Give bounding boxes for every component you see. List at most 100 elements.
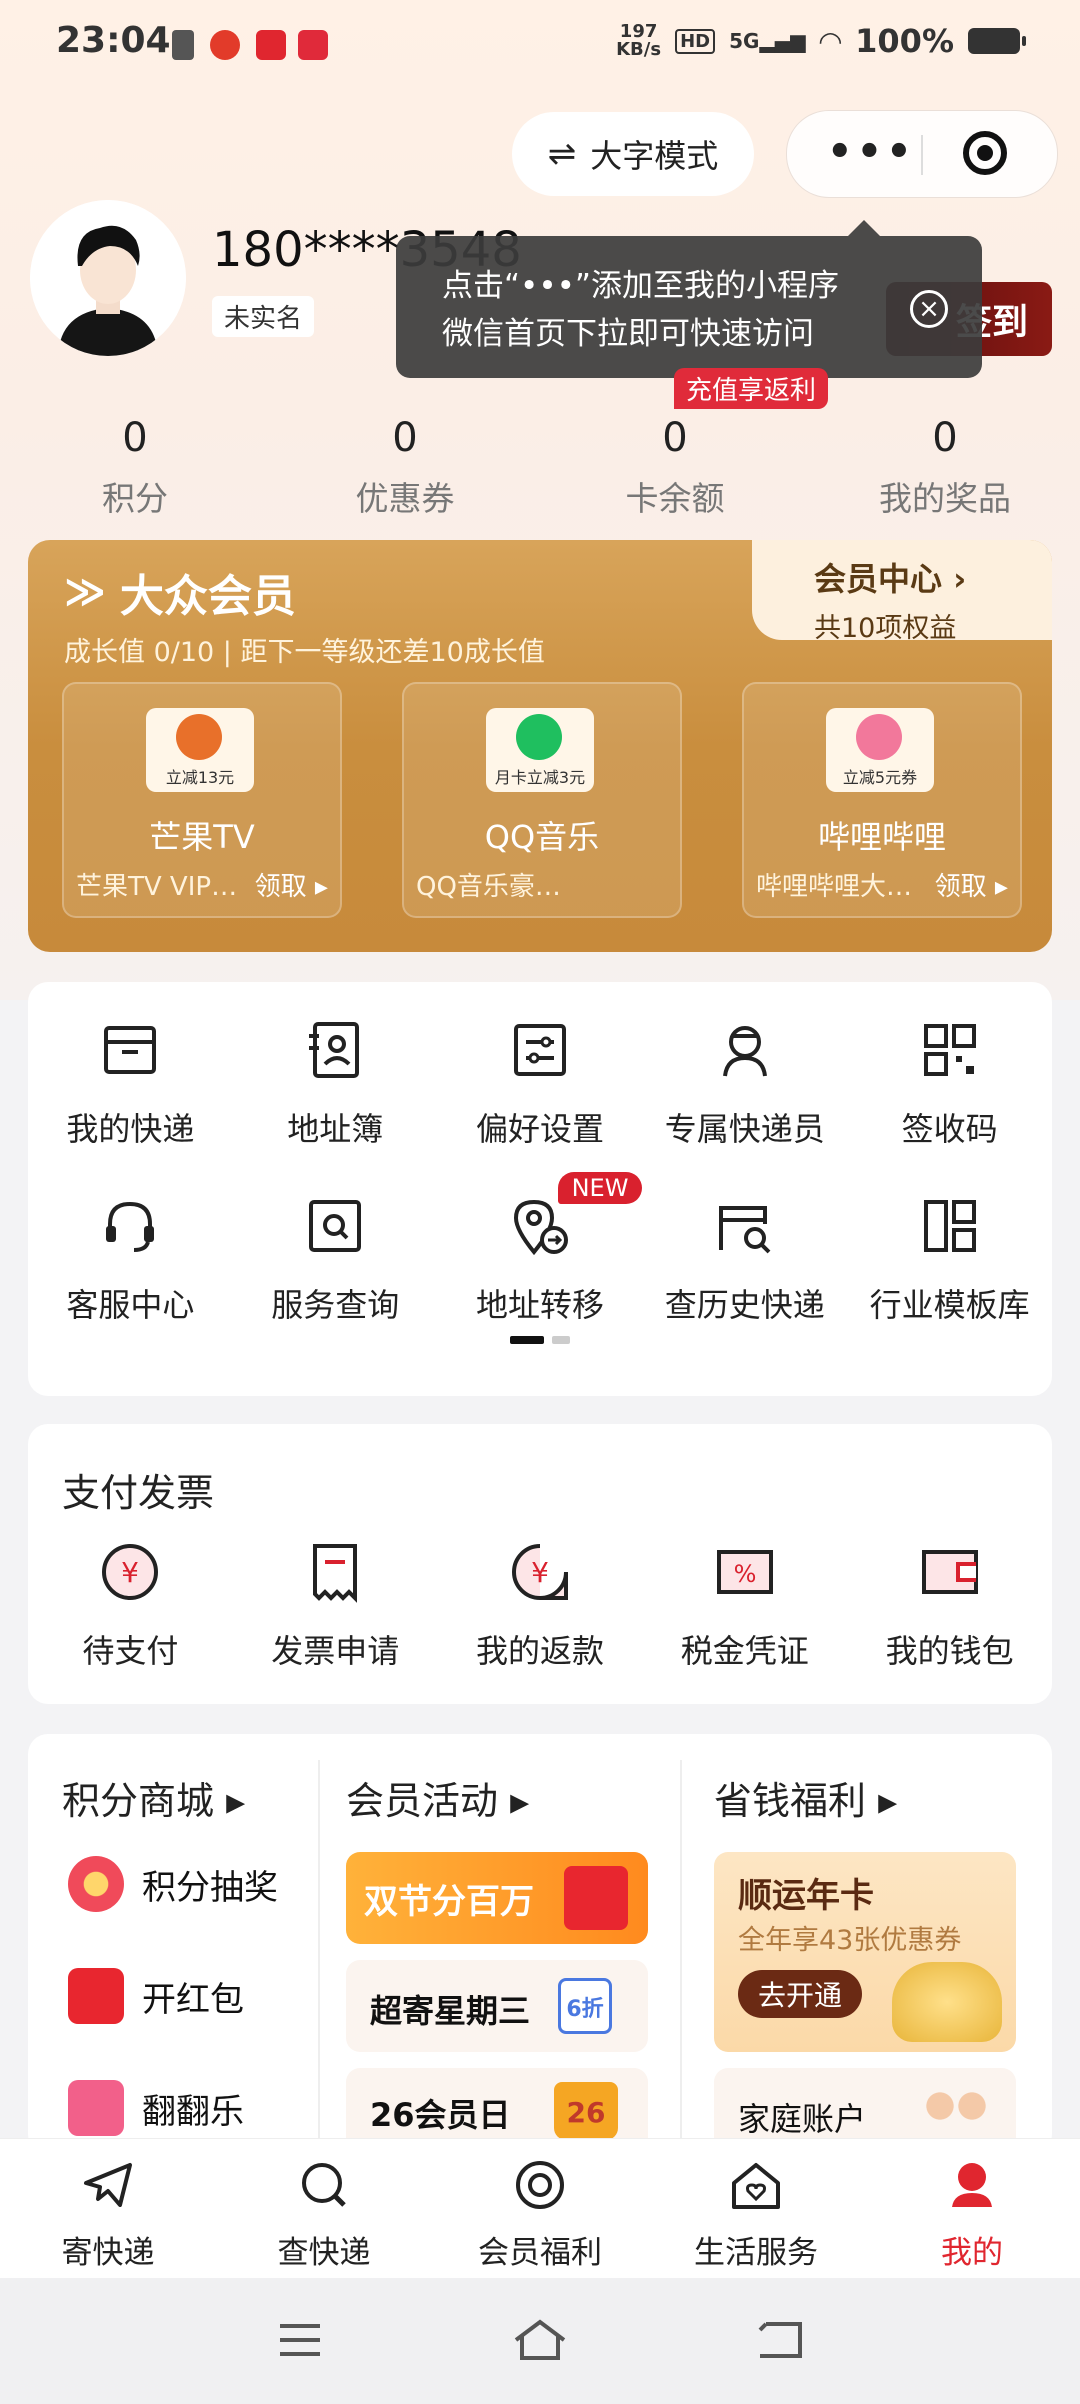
points-lottery[interactable]: 积分抽奖	[68, 1856, 278, 1912]
payment-title: 支付发票	[62, 1471, 215, 1515]
annual-card-promo[interactable]: 顺运年卡 全年享43张优惠券 去开通	[714, 1852, 1016, 2052]
calendar-discount-icon: 6折	[558, 1978, 612, 2034]
perk-card[interactable]: 月卡立减3元 QQ音乐 QQ音乐豪…	[402, 682, 682, 918]
tools-card: 我的快递 地址簿 偏好设置 专属快递员 签收码 客服中心 服务查询 NEW 地址…	[28, 982, 1052, 1396]
headset-icon	[106, 1201, 155, 1252]
search-doc-icon	[309, 1200, 362, 1252]
payment-card: 支付发票 ¥ 待支付 发票申请 ¥ 我的返款 % 税金凭证 我的钱包	[28, 1424, 1052, 1704]
member-target-icon	[516, 2161, 564, 2209]
coupon-badge: 立减5元券	[826, 708, 934, 792]
box-icon	[104, 1026, 157, 1074]
tool-address-transfer[interactable]: NEW 地址转移	[438, 1172, 643, 1326]
big-font-mode-label: 大字模式	[590, 137, 719, 175]
column-divider	[680, 1760, 682, 2154]
status-bar: 23:04 197 KB/s HD 5G▂▄▆ ◠ 100%	[0, 0, 1080, 90]
tools-row-2: 客服中心 服务查询 NEW 地址转移 查历史快递 行业模板库	[28, 1172, 1052, 1326]
stat-prizes[interactable]: 0 我的奖品	[810, 412, 1080, 522]
system-navigation-bar	[0, 2278, 1080, 2404]
stat-coupons[interactable]: 0 优惠券	[270, 412, 540, 522]
super-wednesday[interactable]: 超寄星期三 6折	[346, 1960, 648, 2052]
app-notification-icon	[256, 30, 286, 60]
my-wallet[interactable]: 我的钱包	[847, 1540, 1052, 1672]
member-center-link[interactable]: 会员中心 › 共10项权益	[752, 540, 1052, 644]
tool-service-query[interactable]: 服务查询	[233, 1194, 438, 1326]
double-festival-banner[interactable]: 双节分百万	[346, 1852, 648, 1944]
perk-card[interactable]: 立减5元券 哔哩哔哩 哔哩哔哩大… 领取 ▸	[742, 682, 1022, 918]
more-options-icon[interactable]: •••	[827, 132, 916, 172]
video-app-icon	[298, 30, 328, 60]
profile-icon	[952, 2163, 992, 2207]
big-font-mode-button[interactable]: ⇌ 大字模式	[512, 112, 754, 196]
tool-address-book[interactable]: 地址簿	[233, 1018, 438, 1150]
app-notification-icon	[210, 30, 240, 60]
claim-button[interactable]: 领取 ▸	[255, 866, 328, 903]
close-mini-program-icon[interactable]	[963, 131, 1007, 175]
template-grid-icon	[923, 1200, 976, 1252]
red-packet[interactable]: 开红包	[68, 1968, 244, 2024]
clipboard-icon	[172, 30, 194, 60]
yuan-pending-icon: ¥	[102, 1544, 159, 1600]
svg-text:¥: ¥	[531, 1556, 549, 1589]
red-packet-icon	[68, 1968, 124, 2024]
wallet-icon	[921, 1550, 978, 1594]
family-illustration-icon	[916, 2082, 996, 2142]
flip-game[interactable]: 翻翻乐	[68, 2080, 244, 2136]
rebate-badge[interactable]: 充值享返利	[674, 368, 829, 409]
services-card: 积分商城 ▸ 会员活动 ▸ 省钱福利 ▸ 积分抽奖 开红包 翻翻乐 双节分百万 …	[28, 1734, 1052, 2154]
battery-icon	[968, 28, 1026, 54]
invoice-icon	[313, 1544, 358, 1603]
settings-sliders-icon	[513, 1024, 566, 1076]
courier-icon	[722, 1026, 767, 1077]
coupon-badge: 月卡立减3元	[486, 708, 594, 792]
battery-percent: 100%	[855, 22, 954, 60]
tool-customer-service[interactable]: 客服中心	[28, 1194, 233, 1326]
stat-points[interactable]: 0 积分	[0, 412, 270, 522]
savings-link[interactable]: 省钱福利 ▸	[714, 1770, 897, 1825]
tab-track-express[interactable]: 查快递	[216, 2139, 432, 2279]
refund-icon: ¥	[512, 1544, 568, 1600]
status-time: 23:04	[56, 20, 171, 61]
tab-member-benefits[interactable]: 会员福利	[432, 2139, 648, 2279]
send-plane-icon	[84, 2163, 132, 2207]
points-mall-link[interactable]: 积分商城 ▸	[62, 1770, 245, 1825]
tool-my-express[interactable]: 我的快递	[28, 1018, 233, 1150]
hd-icon: HD	[675, 28, 716, 54]
tools-row-1: 我的快递 地址簿 偏好设置 专属快递员 签收码	[28, 1018, 1052, 1150]
home-heart-icon	[732, 2163, 780, 2209]
real-name-status[interactable]: 未实名	[212, 296, 315, 337]
level-chevron-icon: ≫	[64, 569, 106, 615]
bilibili-logo-icon	[856, 714, 902, 760]
activate-button[interactable]: 去开通	[738, 1970, 863, 2018]
tab-mine[interactable]: 我的	[864, 2139, 1080, 2279]
tab-life-services[interactable]: 生活服务	[648, 2139, 864, 2279]
claim-button[interactable]: 领取 ▸	[935, 866, 1008, 903]
back-icon[interactable]	[756, 2318, 804, 2362]
tool-sign-code[interactable]: 签收码	[847, 1018, 1052, 1150]
gold-ingot-icon	[892, 1962, 1002, 2042]
qq-music-logo-icon	[516, 714, 562, 760]
payment-row: ¥ 待支付 发票申请 ¥ 我的返款 % 税金凭证 我的钱包	[28, 1540, 1052, 1672]
tab-send-express[interactable]: 寄快递	[0, 2139, 216, 2279]
tool-preferences[interactable]: 偏好设置	[438, 1018, 643, 1150]
invoice-apply[interactable]: 发票申请	[233, 1540, 438, 1672]
home-icon[interactable]	[512, 2318, 568, 2362]
tool-dedicated-courier[interactable]: 专属快递员	[642, 1018, 847, 1150]
pay-pending[interactable]: ¥ 待支付	[28, 1540, 233, 1672]
tool-history-express[interactable]: 查历史快递	[642, 1194, 847, 1326]
perk-card[interactable]: 立减13元 芒果TV 芒果TV VIP… 领取 ▸	[62, 682, 342, 918]
arrow-right-icon: ›	[953, 560, 967, 598]
tool-industry-templates[interactable]: 行业模板库	[847, 1194, 1052, 1326]
menu-icon[interactable]	[276, 2320, 324, 2360]
stat-card-balance[interactable]: 0 卡余额	[540, 412, 810, 522]
mini-program-capsule: •••	[786, 110, 1058, 198]
crown-icon: 26	[554, 2082, 618, 2140]
avatar[interactable]	[30, 200, 186, 356]
contact-book-icon	[309, 1022, 360, 1078]
new-badge: NEW	[557, 1172, 643, 1204]
tax-voucher[interactable]: % 税金凭证	[642, 1540, 847, 1672]
tooltip-close-icon[interactable]: ×	[910, 290, 948, 328]
my-refund[interactable]: ¥ 我的返款	[438, 1540, 643, 1672]
signal-icon: 5G▂▄▆	[729, 29, 806, 53]
history-search-icon	[718, 1206, 771, 1254]
member-activities-link[interactable]: 会员活动 ▸	[346, 1770, 529, 1825]
